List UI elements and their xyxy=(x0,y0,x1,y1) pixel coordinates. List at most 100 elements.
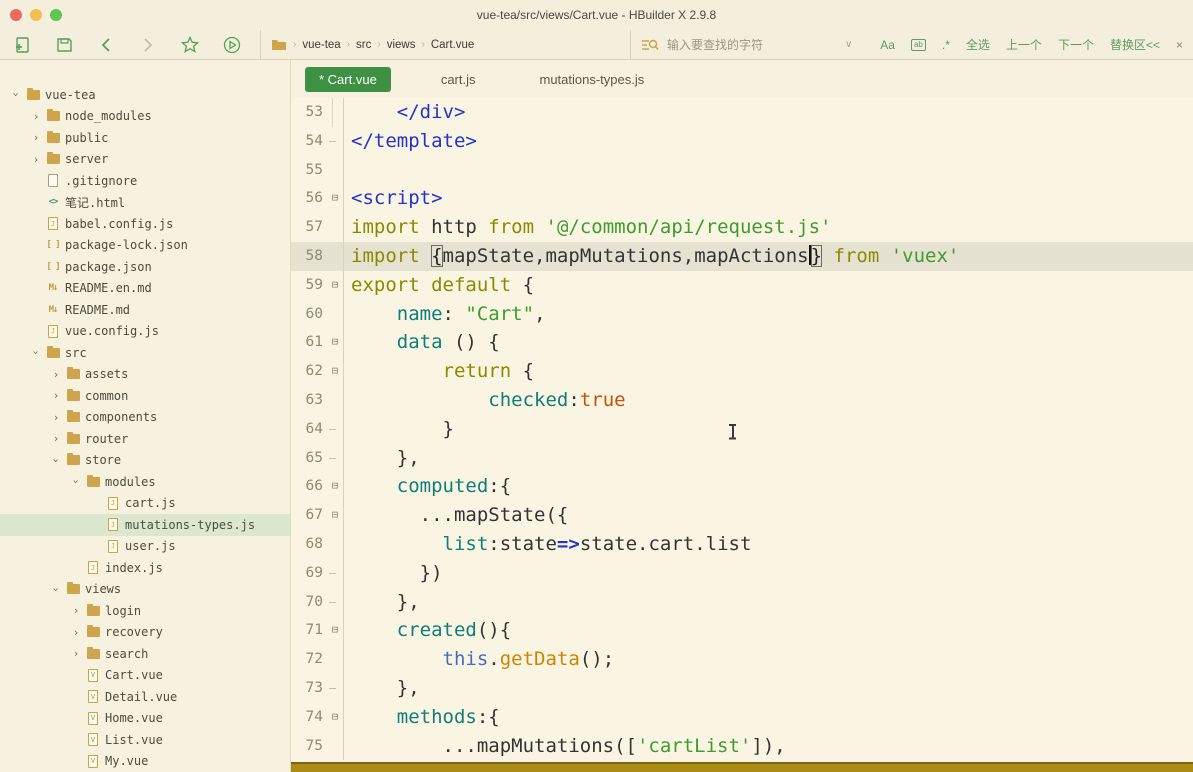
tree-item-user.js[interactable]: Juser.js xyxy=(0,536,290,558)
code-line-75[interactable]: 75 ...mapMutations(['cartList']), xyxy=(291,731,1193,761)
code-line-68[interactable]: 68 list:state=>state.cart.list xyxy=(291,529,1193,559)
code-line-63[interactable]: 63 checked:true xyxy=(291,385,1193,415)
chevron-closed-icon[interactable]: › xyxy=(48,369,64,380)
fold-marker-icon[interactable]: ⊟ xyxy=(327,271,343,300)
fold-marker-icon[interactable]: ⊟ xyxy=(327,328,343,357)
code-line-72[interactable]: 72 this.getData(); xyxy=(291,645,1193,674)
chevron-closed-icon[interactable]: › xyxy=(48,433,64,444)
tree-item-README.en.md[interactable]: M↓ README.en.md xyxy=(0,278,290,300)
tree-item-Cart.vue[interactable]: V Cart.vue xyxy=(0,665,290,687)
tree-item-List.vue[interactable]: V List.vue xyxy=(0,729,290,751)
tree-item-router[interactable]: › router xyxy=(0,428,290,450)
code-line-59[interactable]: 59 ⊟ export default { xyxy=(291,270,1193,300)
back-button[interactable] xyxy=(96,35,116,55)
chevron-closed-icon[interactable]: › xyxy=(48,390,64,401)
code-line-67[interactable]: 67 ⊟ ...mapState({ xyxy=(291,501,1193,530)
code-line-69[interactable]: 69 }) xyxy=(291,558,1193,588)
chevron-closed-icon[interactable]: › xyxy=(68,648,84,659)
code-line-71[interactable]: 71 ⊟ created(){ xyxy=(291,616,1193,646)
chevron-open-icon[interactable]: › xyxy=(70,474,83,490)
breadcrumb-item[interactable]: vue-tea xyxy=(302,39,340,51)
fold-marker-icon[interactable]: ⊟ xyxy=(327,472,343,501)
code-line-66[interactable]: 66 ⊟ computed:{ xyxy=(291,472,1193,502)
tree-item-babel.config.js[interactable]: Jbabel.config.js xyxy=(0,213,290,235)
chevron-down-icon[interactable]: ∨ xyxy=(845,39,852,50)
code-line-58[interactable]: 58 import {mapState,mapMutations,mapActio… xyxy=(291,241,1193,271)
code-line-62[interactable]: 62 ⊟ return { xyxy=(291,357,1193,386)
chevron-closed-icon[interactable]: › xyxy=(68,627,84,638)
tree-item-vue-tea[interactable]: › vue-tea xyxy=(0,84,290,106)
search-input[interactable] xyxy=(667,37,837,52)
chevron-open-icon[interactable]: › xyxy=(50,452,63,468)
fold-marker-icon[interactable]: ⊟ xyxy=(327,184,343,213)
tree-item-recovery[interactable]: › recovery xyxy=(0,622,290,644)
tree-item-components[interactable]: › components xyxy=(0,407,290,429)
tree-item-login[interactable]: › login xyxy=(0,600,290,622)
code-line-55[interactable]: 55 xyxy=(291,155,1193,185)
chevron-open-icon[interactable]: › xyxy=(50,581,63,597)
tree-item-My.vue[interactable]: V My.vue xyxy=(0,751,290,772)
editor-tab-mutations-types.js[interactable]: mutations-types.js xyxy=(525,67,658,92)
tree-item-store[interactable]: › store xyxy=(0,450,290,472)
code-line-70[interactable]: 70 }, xyxy=(291,587,1193,617)
new-file-button[interactable] xyxy=(12,35,32,55)
tree-item-search[interactable]: › search xyxy=(0,643,290,665)
chevron-closed-icon[interactable]: › xyxy=(28,132,44,143)
tree-item-mutations-types.js[interactable]: Jmutations-types.js xyxy=(0,514,290,536)
next-button[interactable]: 下一个 xyxy=(1058,36,1094,53)
fold-marker-icon[interactable]: ⊟ xyxy=(327,501,343,530)
previous-button[interactable]: 上一个 xyxy=(1006,36,1042,53)
code-line-53[interactable]: 53 </div> xyxy=(291,98,1193,127)
match-case-button[interactable]: Aa xyxy=(880,38,895,52)
tree-item-cart.js[interactable]: Jcart.js xyxy=(0,493,290,515)
tree-item--.html[interactable]: <> 笔记.html xyxy=(0,192,290,214)
tree-item-Detail.vue[interactable]: V Detail.vue xyxy=(0,686,290,708)
breadcrumb-item[interactable]: views xyxy=(387,39,416,51)
save-button[interactable] xyxy=(54,35,74,55)
regex-button[interactable]: .* xyxy=(942,38,950,52)
tree-item-Home.vue[interactable]: V Home.vue xyxy=(0,708,290,730)
fold-marker-icon[interactable]: ⊟ xyxy=(327,616,343,645)
chevron-closed-icon[interactable]: › xyxy=(48,412,64,423)
chevron-open-icon[interactable]: › xyxy=(30,345,43,361)
tree-item-common[interactable]: › common xyxy=(0,385,290,407)
fold-marker-icon[interactable]: ⊟ xyxy=(327,703,343,732)
select-all-button[interactable]: 全选 xyxy=(966,36,990,53)
code-line-65[interactable]: 65 }, xyxy=(291,443,1193,473)
code-line-74[interactable]: 74 ⊟ methods:{ xyxy=(291,702,1193,732)
code-line-56[interactable]: 56 ⊟ <script> xyxy=(291,184,1193,214)
editor-tab-cart.js[interactable]: cart.js xyxy=(427,67,490,92)
tree-item-assets[interactable]: › assets xyxy=(0,364,290,386)
close-search-button[interactable]: × xyxy=(1176,38,1183,52)
code-line-73[interactable]: 73 }, xyxy=(291,673,1193,703)
chevron-open-icon[interactable]: › xyxy=(10,87,23,103)
code-line-64[interactable]: 64 } xyxy=(291,414,1193,444)
tree-item-public[interactable]: › public xyxy=(0,127,290,149)
code-line-61[interactable]: 61 ⊟ data () { xyxy=(291,328,1193,358)
tree-item-package-lock.json[interactable]: [ ] package-lock.json xyxy=(0,235,290,257)
code-line-57[interactable]: 57 import http from '@/common/api/request… xyxy=(291,213,1193,242)
code-editor[interactable]: 53 </div> 54 </template> 55 56 ⊟ <script> 57 imp… xyxy=(291,98,1193,762)
chevron-closed-icon[interactable]: › xyxy=(28,154,44,165)
tree-item-.gitignore[interactable]: .gitignore xyxy=(0,170,290,192)
breadcrumb-item[interactable]: Cart.vue xyxy=(431,39,474,51)
code-line-54[interactable]: 54 </template> xyxy=(291,126,1193,156)
tree-item-views[interactable]: › views xyxy=(0,579,290,601)
chevron-closed-icon[interactable]: › xyxy=(28,111,44,122)
whole-word-button[interactable]: ab xyxy=(910,38,926,51)
favorite-button[interactable] xyxy=(180,35,200,55)
breadcrumb-item[interactable]: src xyxy=(356,39,371,51)
tree-item-package.json[interactable]: [ ] package.json xyxy=(0,256,290,278)
fold-marker-icon[interactable]: ⊟ xyxy=(327,357,343,386)
tree-item-modules[interactable]: › modules xyxy=(0,471,290,493)
tree-item-index.js[interactable]: Jindex.js xyxy=(0,557,290,579)
editor-tab--Cart.vue[interactable]: * Cart.vue xyxy=(305,66,391,92)
tree-item-node_modules[interactable]: › node_modules xyxy=(0,106,290,128)
tree-item-README.md[interactable]: M↓ README.md xyxy=(0,299,290,321)
tree-item-vue.config.js[interactable]: Jvue.config.js xyxy=(0,321,290,343)
code-line-60[interactable]: 60 name: "Cart", xyxy=(291,299,1193,329)
tree-item-server[interactable]: › server xyxy=(0,149,290,171)
run-button[interactable] xyxy=(222,35,242,55)
tree-item-src[interactable]: › src xyxy=(0,342,290,364)
replace-panel-button[interactable]: 替换区<< xyxy=(1110,36,1160,53)
